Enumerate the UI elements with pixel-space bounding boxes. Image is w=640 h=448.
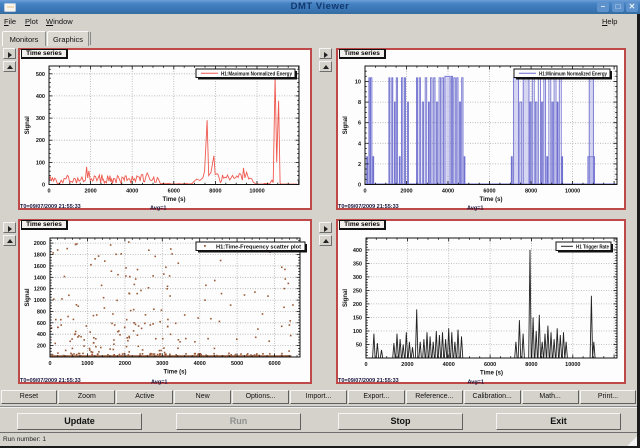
svg-text:0: 0 [48,361,51,367]
svg-text:Avg=1: Avg=1 [150,206,166,212]
svg-text:2000: 2000 [400,189,412,195]
svg-text:Time (s): Time (s) [480,197,503,203]
svg-text:T0=09/07/2009 21:55:33: T0=09/07/2009 21:55:33 [20,204,81,210]
svg-text:10: 10 [355,80,361,86]
svg-text:Avg=1: Avg=1 [468,380,484,386]
svg-text:T0=09/07/2009 21:55:33: T0=09/07/2009 21:55:33 [20,378,81,384]
svg-text:4000: 4000 [194,361,206,367]
svg-text:4000: 4000 [126,189,138,195]
svg-text:400: 400 [36,94,45,100]
svg-text:350: 350 [353,261,362,267]
svg-text:Avg=1: Avg=1 [151,380,167,386]
svg-text:Avg=1: Avg=1 [467,206,483,212]
svg-text:T0=09/07/2009 21:55:33: T0=09/07/2009 21:55:33 [338,204,399,210]
svg-text:8: 8 [358,100,361,106]
svg-text:4: 4 [358,141,362,147]
svg-text:2000: 2000 [119,361,131,367]
svg-text:Signal: Signal [343,116,349,134]
svg-text:600: 600 [37,321,46,327]
svg-text:H1:Maximum Normalized Energy: H1:Maximum Normalized Energy [221,72,292,78]
svg-text:500: 500 [36,72,45,78]
svg-text:1200: 1200 [34,287,46,293]
svg-text:300: 300 [353,275,362,281]
svg-text:6: 6 [358,121,361,127]
svg-text:Signal: Signal [343,289,349,307]
svg-text:6000: 6000 [483,189,495,195]
svg-text:Time (s): Time (s) [164,370,187,376]
svg-text:300: 300 [36,116,45,122]
svg-text:10000: 10000 [249,189,264,195]
svg-text:250: 250 [353,288,362,294]
svg-text:0: 0 [47,189,50,195]
svg-text:Signal: Signal [25,116,31,134]
svg-text:H1:Time-Frequency scatter plot: H1:Time-Frequency scatter plot [216,245,301,251]
svg-text:2000: 2000 [401,362,413,368]
svg-text:2000: 2000 [34,241,46,247]
svg-text:Time (s): Time (s) [163,197,186,203]
svg-text:H1:Minimum Normalized Energy: H1:Minimum Normalized Energy [539,72,607,78]
svg-text:8000: 8000 [209,189,221,195]
svg-text:200: 200 [353,302,362,308]
svg-text:1600: 1600 [34,264,46,270]
svg-text:4000: 4000 [443,362,455,368]
svg-text:Signal: Signal [25,288,31,306]
svg-text:6000: 6000 [484,362,496,368]
svg-text:2000: 2000 [84,189,96,195]
svg-text:T0=09/07/2009 21:55:33: T0=09/07/2009 21:55:33 [338,378,399,384]
svg-text:100: 100 [36,160,45,166]
svg-text:200: 200 [37,344,46,350]
svg-text:5000: 5000 [231,361,243,367]
svg-text:800: 800 [37,309,46,315]
svg-text:150: 150 [353,316,362,322]
svg-text:Time (s): Time (s) [480,371,503,377]
svg-text:100: 100 [353,329,362,335]
svg-text:1800: 1800 [34,253,46,259]
svg-text:6000: 6000 [168,189,180,195]
svg-text:4000: 4000 [442,189,454,195]
svg-text:6000: 6000 [268,361,280,367]
svg-text:1400: 1400 [34,275,46,281]
svg-text:10000: 10000 [565,189,580,195]
svg-text:50: 50 [356,343,362,349]
svg-text:0: 0 [358,183,361,189]
svg-text:0: 0 [42,183,45,189]
svg-text:1000: 1000 [34,298,46,304]
svg-text:3000: 3000 [156,361,168,367]
svg-text:400: 400 [353,248,362,254]
svg-text:1000: 1000 [81,361,93,367]
svg-text:0: 0 [363,189,366,195]
svg-text:0: 0 [364,362,367,368]
svg-text:H1 Trigger Rate: H1 Trigger Rate [576,245,609,251]
svg-text:200: 200 [36,138,45,144]
svg-text:8000: 8000 [525,362,537,368]
svg-text:10000: 10000 [565,362,580,368]
svg-text:8000: 8000 [525,189,537,195]
svg-text:2: 2 [358,162,361,168]
svg-text:400: 400 [37,332,46,338]
